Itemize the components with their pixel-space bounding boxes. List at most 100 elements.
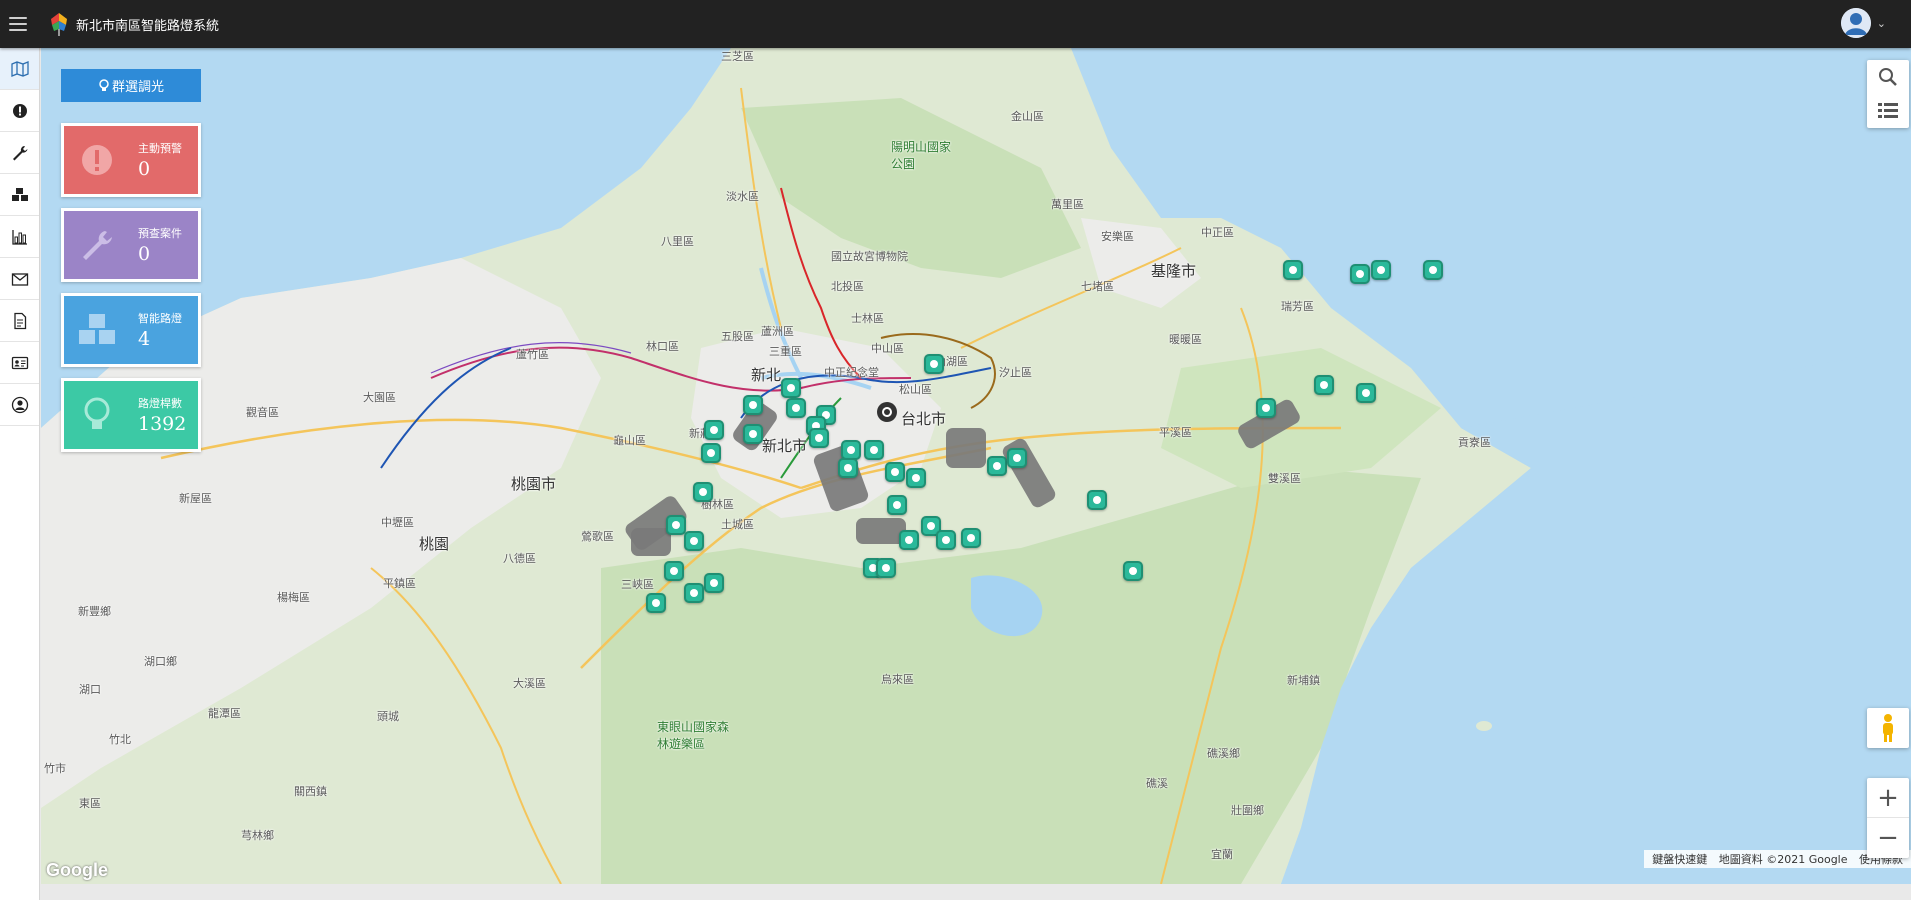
marker-cluster-shadow (631, 528, 671, 556)
streetlight-marker[interactable] (885, 462, 905, 482)
keyboard-shortcuts-link[interactable]: 鍵盤快速鍵 (1652, 853, 1707, 866)
user-avatar-icon[interactable] (1840, 8, 1871, 38)
card-streetlight-poles[interactable]: 路燈桿數 1392 (61, 378, 201, 452)
streetlight-marker[interactable] (841, 440, 861, 460)
map-place-label: 五股區 (721, 330, 754, 343)
streetlight-marker[interactable] (1007, 448, 1027, 468)
streetlight-marker[interactable] (936, 530, 956, 550)
map-place-label: 八德區 (503, 552, 536, 565)
map-place-label: 桃園 (419, 535, 450, 553)
card-value: 4 (138, 328, 151, 350)
map-list-button[interactable] (1867, 94, 1909, 128)
streetlight-marker[interactable] (1356, 383, 1376, 403)
sidebar-item-documents[interactable] (0, 300, 39, 342)
streetlight-marker[interactable] (693, 482, 713, 502)
streetlight-marker[interactable] (1423, 260, 1443, 280)
map-place-label: 蘆竹區 (516, 348, 549, 361)
map-tools (1867, 60, 1909, 128)
zoom-out-button[interactable]: − (1867, 818, 1909, 858)
map-canvas[interactable]: 三芝區 金山區 陽明山國家公園 淡水區 萬里區 八里區 安樂區 中正區 基隆市 國立故宮博物院 北投… (41, 48, 1911, 884)
streetlight-marker[interactable] (887, 495, 907, 515)
streetlight-marker[interactable] (1087, 490, 1107, 510)
sidebar-item-contacts[interactable] (0, 342, 39, 384)
streetlight-marker[interactable] (924, 354, 944, 374)
map-place-label: 士林區 (851, 312, 884, 325)
map-place-label: 三重區 (769, 345, 802, 358)
card-label: 路燈桿數 (138, 397, 182, 410)
card-value: 1392 (138, 413, 187, 435)
chevron-down-icon[interactable]: ⌄ (1877, 17, 1886, 30)
map-search-button[interactable] (1867, 60, 1909, 94)
streetlight-marker[interactable] (876, 558, 896, 578)
zoom-in-button[interactable]: + (1867, 778, 1909, 818)
map-place-label: 雙溪區 (1268, 472, 1301, 485)
exclamation-icon (82, 145, 112, 175)
selected-location-marker[interactable] (875, 400, 899, 424)
map-place-label: 中壢區 (381, 516, 414, 529)
exclamation-icon (12, 103, 27, 118)
streetlight-marker[interactable] (1314, 375, 1334, 395)
card-label: 預查案件 (138, 227, 182, 240)
map-place-label: 蘆洲區 (761, 325, 794, 338)
streetlight-marker[interactable] (781, 378, 801, 398)
map-icon (10, 60, 29, 77)
streetlight-marker[interactable] (1350, 264, 1370, 284)
streetlight-marker[interactable] (1283, 260, 1303, 280)
streetlight-marker[interactable] (987, 456, 1007, 476)
streetlight-marker[interactable] (961, 528, 981, 548)
map-place-label: 楊梅區 (277, 591, 310, 604)
streetlight-marker[interactable] (1256, 398, 1276, 418)
streetlight-marker[interactable] (899, 530, 919, 550)
streetlight-marker[interactable] (809, 428, 829, 448)
streetlight-marker[interactable] (704, 420, 724, 440)
sidebar-item-map[interactable] (0, 48, 39, 90)
sidebar-item-alerts[interactable] (0, 90, 39, 132)
envelope-icon (11, 272, 28, 286)
streetlight-marker[interactable] (664, 561, 684, 581)
map-place-label: 三峽區 (621, 578, 654, 591)
streetlight-marker[interactable] (704, 573, 724, 593)
lightbulb-icon (84, 397, 110, 429)
sidebar-item-account[interactable] (0, 384, 39, 426)
top-bar: 新北市南區智能路燈系統 ⌄ (0, 0, 1911, 48)
map-place-label: 大溪區 (513, 677, 546, 690)
card-active-alerts[interactable]: 主動預警 0 (61, 123, 201, 197)
card-value: 0 (138, 243, 151, 265)
streetlight-marker[interactable] (743, 424, 763, 444)
streetlight-marker[interactable] (701, 443, 721, 463)
map-data-attribution: 地圖資料 ©2021 Google (1718, 853, 1848, 866)
map-place-label: 壯圍鄉 (1231, 804, 1264, 817)
streetlight-marker[interactable] (684, 531, 704, 551)
map-place-label: 新北市 (762, 437, 808, 455)
app-title: 新北市南區智能路燈系統 (76, 18, 220, 34)
streetlight-marker[interactable] (864, 440, 884, 460)
streetlight-marker[interactable] (743, 395, 763, 415)
map-place-label: 台北市 (901, 410, 947, 428)
user-menu[interactable]: ⌄ (1840, 8, 1886, 38)
streetlight-marker[interactable] (906, 468, 926, 488)
sidebar-item-reports[interactable] (0, 216, 39, 258)
card-inspection-cases[interactable]: 預查案件 0 (61, 208, 201, 282)
hamburger-menu-icon[interactable] (9, 17, 27, 31)
google-logo: Google (46, 860, 108, 880)
sidebar-item-maintenance[interactable] (0, 132, 39, 174)
streetlight-marker[interactable] (786, 398, 806, 418)
map-place-label: 觀音區 (246, 406, 279, 419)
sidebar-item-messages[interactable] (0, 258, 39, 300)
streetlight-marker[interactable] (646, 593, 666, 613)
map-place-label: 基隆市 (1151, 262, 1197, 280)
street-view-pegman[interactable] (1867, 708, 1909, 748)
group-dimming-button[interactable]: 群選調光 (61, 69, 201, 102)
card-label: 主動預警 (138, 142, 182, 155)
streetlight-marker[interactable] (838, 458, 858, 478)
map-place-label: 瑞芳區 (1281, 300, 1314, 313)
streetlight-marker[interactable] (1123, 561, 1143, 581)
streetlight-marker[interactable] (1371, 260, 1391, 280)
map-place-label: 新埔鎮 (1287, 674, 1320, 687)
search-icon (1879, 68, 1897, 86)
card-smart-streetlights[interactable]: 智能路燈 4 (61, 293, 201, 367)
streetlight-marker[interactable] (684, 583, 704, 603)
streetlight-marker[interactable] (666, 515, 686, 535)
sidebar-item-devices[interactable] (0, 174, 39, 216)
lightbulb-icon (99, 78, 109, 91)
